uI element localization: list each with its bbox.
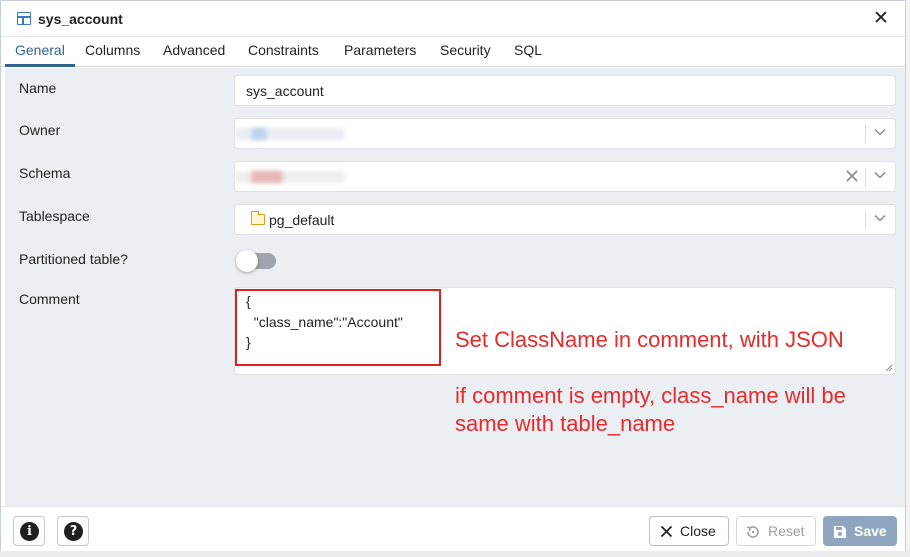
- tablespace-label: Tablespace: [19, 208, 90, 224]
- partitioned-toggle[interactable]: [236, 250, 276, 272]
- tablespace-select[interactable]: pg_default: [234, 204, 896, 235]
- partitioned-label: Partitioned table?: [19, 251, 128, 267]
- save-icon: [834, 526, 846, 538]
- owner-redacted-mark: [251, 128, 267, 140]
- close-button-label: Close: [680, 523, 716, 539]
- name-label: Name: [19, 80, 57, 96]
- schema-select[interactable]: [234, 161, 896, 192]
- save-button[interactable]: Save: [823, 516, 897, 546]
- annotation-text: Set ClassName in comment, with JSON: [455, 327, 844, 352]
- owner-select[interactable]: [234, 118, 896, 149]
- annotation-text: same with table_name: [455, 411, 676, 436]
- reset-button[interactable]: Reset: [736, 516, 816, 546]
- info-icon: i: [20, 522, 39, 541]
- dialog-titlebar[interactable]: sys_account ✕: [1, 1, 905, 37]
- clear-x-icon[interactable]: [845, 166, 859, 186]
- annotation-highlight-box: [235, 289, 441, 366]
- tab-bar: General Columns Advanced Constraints Par…: [1, 37, 905, 67]
- name-input[interactable]: sys_account: [234, 75, 896, 106]
- owner-label: Owner: [19, 122, 61, 138]
- close-icon: [660, 525, 673, 538]
- general-tab-panel: Name sys_account Owner Schema Tablespace…: [5, 68, 905, 506]
- close-icon[interactable]: ✕: [871, 9, 891, 29]
- tab-security[interactable]: Security: [440, 42, 491, 58]
- folder-icon: [251, 211, 265, 225]
- tab-general[interactable]: General: [15, 42, 65, 58]
- dialog-title: sys_account: [38, 11, 123, 27]
- tab-advanced[interactable]: Advanced: [163, 42, 225, 58]
- info-button[interactable]: i: [13, 516, 45, 546]
- dialog-footer: i ? Close Reset Save: [1, 506, 905, 551]
- tablespace-dropdown-separator: [865, 211, 866, 229]
- name-value: sys_account: [246, 83, 324, 99]
- chevron-down-icon[interactable]: [874, 212, 886, 224]
- help-icon: ?: [64, 522, 83, 541]
- chevron-down-icon[interactable]: [874, 126, 886, 138]
- resize-grip-icon[interactable]: [885, 364, 893, 372]
- toggle-knob: [236, 250, 258, 272]
- table-icon: [17, 12, 31, 25]
- schema-label: Schema: [19, 165, 71, 181]
- help-button[interactable]: ?: [57, 516, 89, 546]
- reset-icon: [746, 526, 759, 538]
- tablespace-value: pg_default: [269, 212, 335, 228]
- schema-dropdown-separator: [865, 168, 866, 186]
- table-properties-dialog: sys_account ✕ General Columns Advanced C…: [0, 0, 906, 551]
- tab-parameters[interactable]: Parameters: [344, 42, 416, 58]
- tab-constraints[interactable]: Constraints: [248, 42, 319, 58]
- owner-dropdown-separator: [865, 125, 866, 143]
- reset-button-label: Reset: [768, 523, 805, 539]
- chevron-down-icon[interactable]: [874, 169, 886, 181]
- tab-sql[interactable]: SQL: [514, 42, 542, 58]
- save-button-label: Save: [854, 523, 887, 539]
- schema-redacted-mark: [251, 171, 283, 183]
- annotation-text: if comment is empty, class_name will be: [455, 383, 846, 408]
- active-tab-indicator: [5, 64, 75, 67]
- close-button[interactable]: Close: [649, 516, 729, 546]
- comment-label: Comment: [19, 291, 80, 307]
- tab-columns[interactable]: Columns: [85, 42, 140, 58]
